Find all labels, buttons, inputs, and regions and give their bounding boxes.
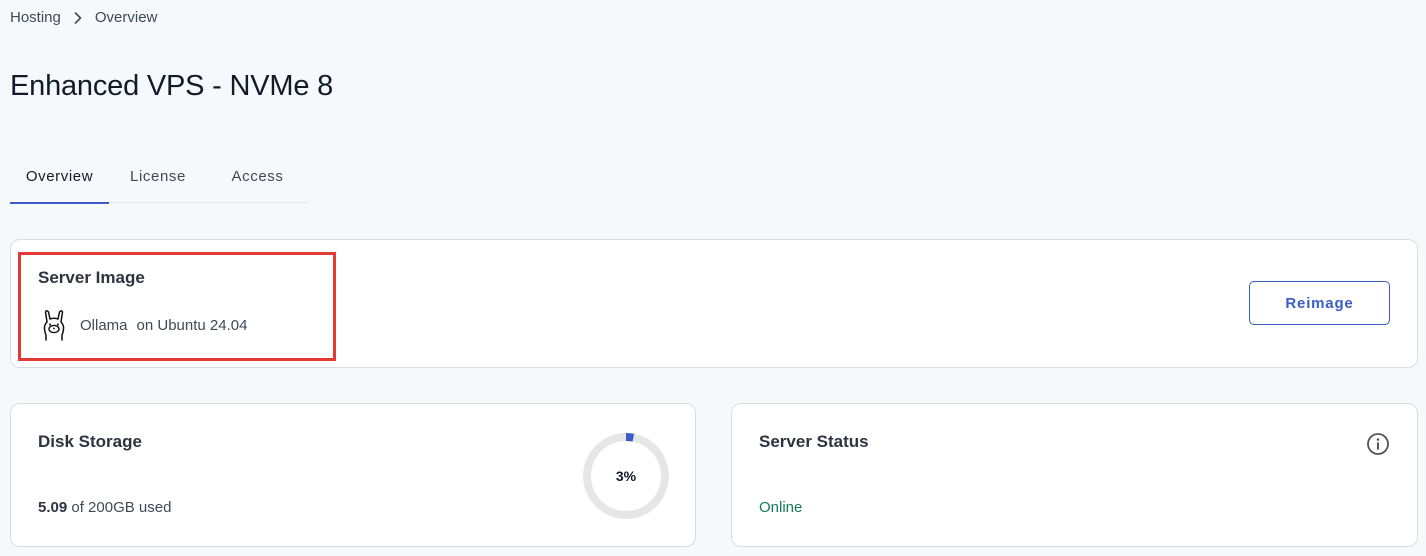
disk-storage-heading: Disk Storage — [38, 432, 142, 451]
breadcrumb-overview[interactable]: Overview — [95, 9, 158, 26]
info-icon[interactable] — [1366, 432, 1390, 456]
tab-bar: Overview License Access — [10, 150, 308, 204]
server-status-value: Online — [759, 499, 803, 516]
tab-license[interactable]: License — [109, 150, 207, 203]
server-status-card: Server Status Online — [731, 403, 1418, 547]
disk-total-text: of 200GB used — [71, 499, 172, 516]
disk-used-value: 5.09 — [38, 499, 68, 516]
page-title: Enhanced VPS - NVMe 8 — [10, 70, 334, 102]
disk-storage-card: Disk Storage 5.09 of 200GB used 3% — [10, 403, 696, 547]
reimage-button[interactable]: Reimage — [1249, 281, 1390, 325]
disk-usage-text: 5.09 of 200GB used — [38, 499, 171, 516]
tab-access[interactable]: Access — [207, 150, 308, 203]
breadcrumb: Hosting Overview — [10, 9, 157, 26]
chevron-right-icon — [61, 11, 95, 25]
highlight-box — [18, 252, 336, 361]
server-status-heading: Server Status — [759, 432, 869, 451]
disk-usage-donut: 3% — [579, 429, 673, 523]
tab-overview[interactable]: Overview — [10, 150, 109, 204]
breadcrumb-hosting[interactable]: Hosting — [10, 9, 61, 26]
disk-percent-label: 3% — [615, 468, 637, 484]
